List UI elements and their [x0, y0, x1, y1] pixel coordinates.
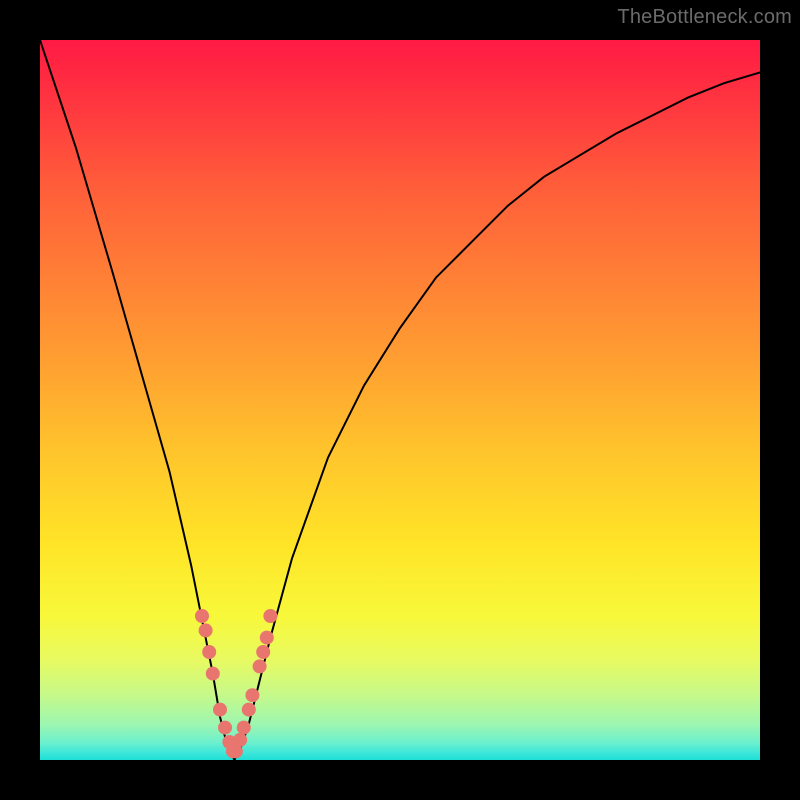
chart-frame: TheBottleneck.com	[0, 0, 800, 800]
data-marker	[260, 631, 274, 645]
data-marker	[237, 721, 251, 735]
data-marker	[263, 609, 277, 623]
data-marker	[199, 623, 213, 637]
data-marker	[245, 688, 259, 702]
data-marker	[233, 733, 247, 747]
watermark-text: TheBottleneck.com	[617, 6, 792, 29]
data-marker	[253, 659, 267, 673]
bottleneck-curve	[40, 40, 760, 760]
data-marker	[202, 645, 216, 659]
marker-group	[195, 609, 277, 758]
data-marker	[256, 645, 270, 659]
data-marker	[195, 609, 209, 623]
plot-area	[40, 40, 760, 760]
data-marker	[213, 703, 227, 717]
data-marker	[218, 721, 232, 735]
chart-svg	[40, 40, 760, 760]
data-marker	[206, 667, 220, 681]
data-marker	[242, 703, 256, 717]
